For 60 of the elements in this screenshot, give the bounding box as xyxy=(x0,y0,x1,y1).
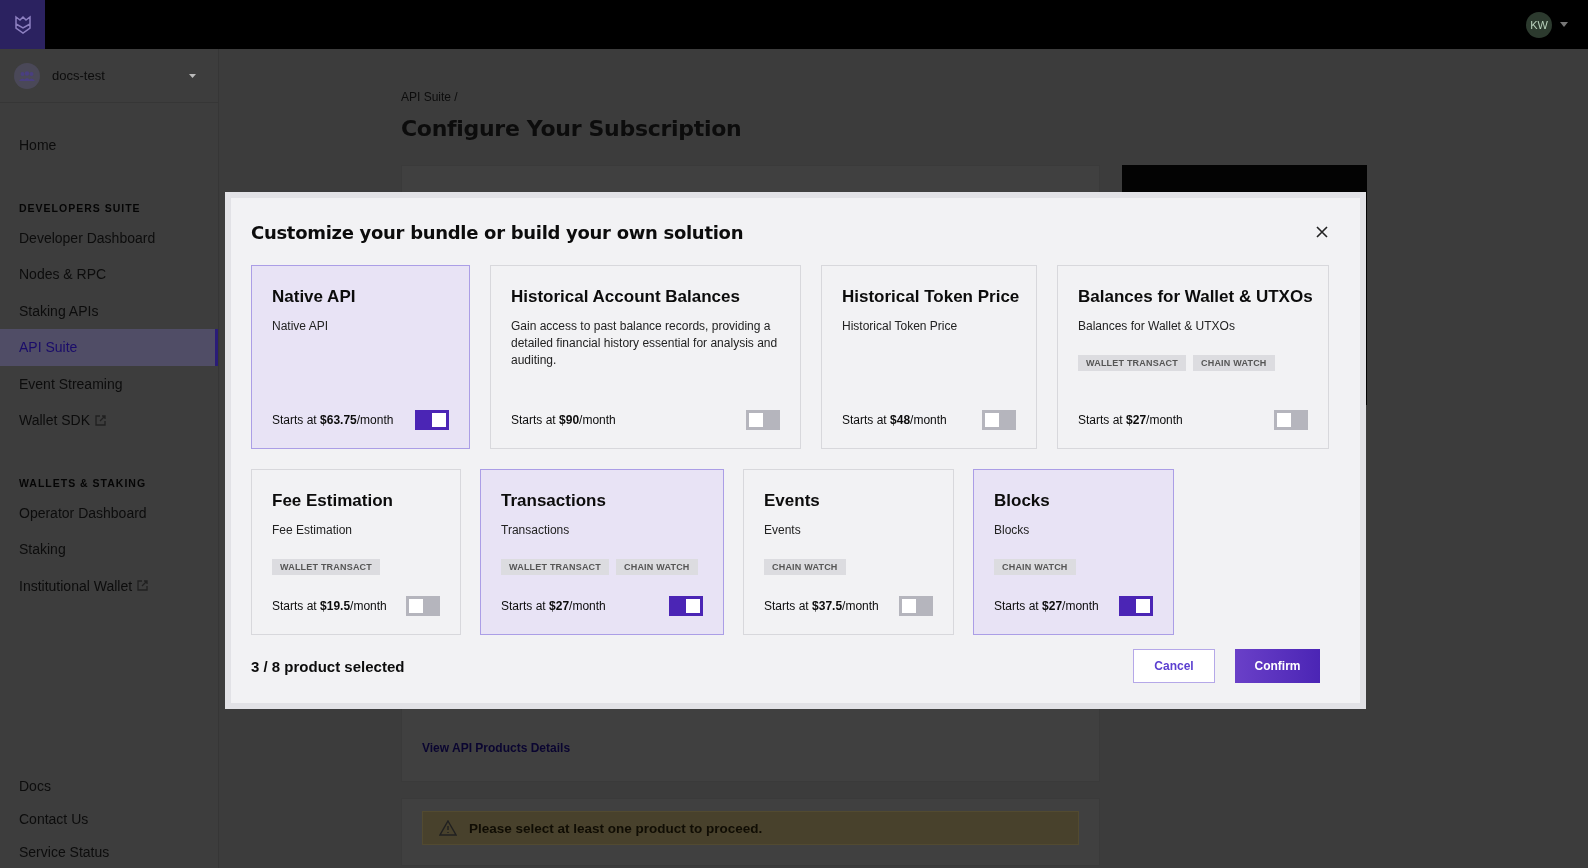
product-tag: WALLET TRANSACT xyxy=(501,559,609,575)
product-name: Transactions xyxy=(501,490,607,512)
toggle-switch[interactable] xyxy=(746,410,780,430)
price-text: Starts at $37.5/month xyxy=(764,599,879,613)
product-description: Native API xyxy=(272,318,330,335)
product-tag: CHAIN WATCH xyxy=(994,559,1076,575)
user-avatar[interactable]: KW xyxy=(1526,11,1552,38)
product-name: Blocks xyxy=(994,490,1051,512)
price-text: Starts at $63.75/month xyxy=(272,413,394,427)
toggle-switch[interactable] xyxy=(982,410,1016,430)
section-heading: WALLETS & STAKING xyxy=(18,476,148,491)
product-name: Historical Account Balances xyxy=(511,286,741,308)
nav-item[interactable]: API Suite xyxy=(0,329,218,366)
product-description: Balances for Wallet & UTXOs xyxy=(1078,318,1236,335)
toggle-switch[interactable] xyxy=(899,596,933,616)
product-tag: CHAIN WATCH xyxy=(764,559,846,575)
product-card[interactable]: Historical Account Balances Gain access to past balance records, providing a detailed financial history essential for analysis and auditing. Starts at $90/month xyxy=(490,265,801,449)
logo-icon[interactable] xyxy=(0,0,45,49)
modal-title: Customize your bundle or build your own solution xyxy=(251,221,744,243)
product-card[interactable]: Events Events CHAIN WATCH Starts at $37.5/month xyxy=(743,469,954,635)
section-heading: DEVELOPERS SUITE xyxy=(18,201,142,216)
price-text: Starts at $90/month xyxy=(511,413,616,427)
details-link[interactable]: View API Products Details xyxy=(422,741,571,755)
team-icon xyxy=(14,62,40,89)
toggle-switch[interactable] xyxy=(669,596,703,616)
product-description: Transactions xyxy=(501,522,571,539)
product-description: Historical Token Price xyxy=(842,318,959,335)
price-text: Starts at $19.5/month xyxy=(272,599,387,613)
price-text: Starts at $48/month xyxy=(842,413,947,427)
toggle-switch[interactable] xyxy=(1119,596,1153,616)
selection-count: 3 / 8 product selected xyxy=(251,657,405,675)
product-name: Fee Estimation xyxy=(272,490,394,512)
product-tag: WALLET TRANSACT xyxy=(272,559,380,575)
warning-icon xyxy=(439,820,457,836)
product-card[interactable]: Transactions Transactions WALLET TRANSACT CHAIN WATCH Starts at $27/month xyxy=(480,469,724,635)
toggle-switch[interactable] xyxy=(406,596,440,616)
warning-text: Please select at least one product to proceed. xyxy=(469,820,763,836)
price-text: Starts at $27/month xyxy=(1078,413,1183,427)
product-tag: CHAIN WATCH xyxy=(616,559,698,575)
caret-icon[interactable] xyxy=(1560,22,1568,27)
product-name: Events xyxy=(764,490,821,512)
product-card[interactable]: Balances for Wallet & UTXOs Balances for Wallet & UTXOs WALLET TRANSACT CHAIN WATCH Starts at $27/month xyxy=(1057,265,1329,449)
product-description: Fee Estimation xyxy=(272,522,354,539)
product-description: Blocks xyxy=(994,522,1031,539)
price-text: Starts at $27/month xyxy=(501,599,606,613)
product-name: Native API xyxy=(272,286,357,308)
price-text: Starts at $27/month xyxy=(994,599,1099,613)
product-description: Events xyxy=(764,522,802,539)
toggle-switch[interactable] xyxy=(1274,410,1308,430)
product-card[interactable]: Native API Native API Starts at $63.75/month xyxy=(251,265,470,449)
confirm-button[interactable]: Confirm xyxy=(1235,649,1320,683)
cancel-button[interactable]: Cancel xyxy=(1133,649,1215,683)
product-description: Gain access to past balance records, providing a detailed financial history essential for analysis and auditing. xyxy=(511,318,779,369)
product-tag: CHAIN WATCH xyxy=(1193,355,1275,371)
product-card[interactable]: Historical Token Price Historical Token Price Starts at $48/month xyxy=(821,265,1037,449)
caret-icon[interactable] xyxy=(189,73,196,78)
toggle-switch[interactable] xyxy=(415,410,449,430)
product-card[interactable]: Fee Estimation Fee Estimation WALLET TRANSACT Starts at $19.5/month xyxy=(251,469,461,635)
product-tag: WALLET TRANSACT xyxy=(1078,355,1186,371)
product-card[interactable]: Blocks Blocks CHAIN WATCH Starts at $27/month xyxy=(973,469,1174,635)
